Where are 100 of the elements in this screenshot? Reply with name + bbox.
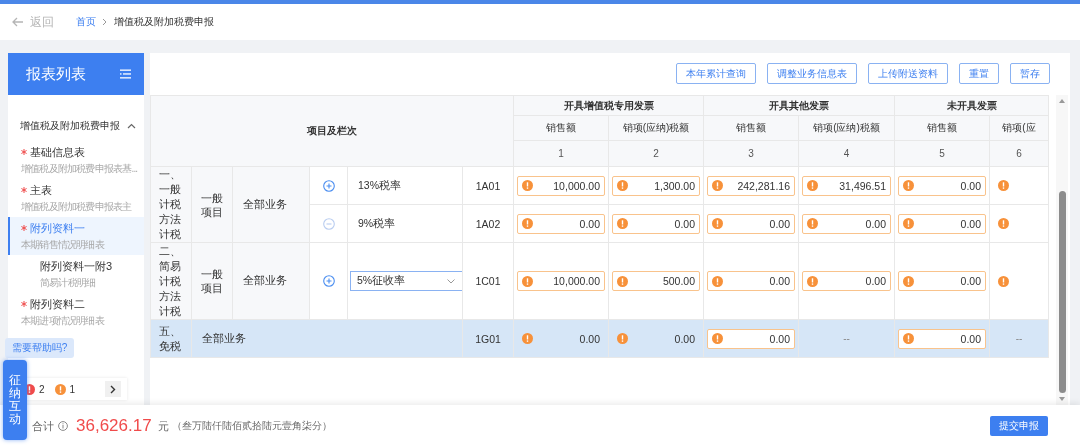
chevron-up-icon[interactable] (127, 123, 136, 129)
add-icon[interactable] (322, 179, 335, 192)
column-header: 销售额 (703, 115, 799, 141)
section-scope: 全部业务 (232, 242, 310, 320)
column-header: 销售额 (894, 115, 990, 141)
column-group-header: 开具增值税专用发票 (513, 95, 704, 116)
item-title: 附列资料二 (30, 296, 85, 312)
breadcrumb-current: 增值税及附加税费申报 (114, 15, 214, 29)
info-icon (58, 421, 68, 431)
amount-text: 0.00 (579, 332, 600, 345)
item-subtitle: 本期进项情况明细表 (21, 313, 106, 328)
scrollbar-thumb[interactable] (1058, 191, 1066, 393)
amount-field[interactable]: 0.00 (898, 271, 986, 291)
remove-icon[interactable] (322, 217, 335, 230)
amount-field[interactable]: 0.00 (898, 328, 986, 349)
section-title: 二、简易计税方法计税 (150, 242, 192, 320)
sidebar-item[interactable]: 附列资料一 本期销售情况明细表 (8, 217, 144, 255)
warning-icon (998, 275, 1009, 287)
column-number: 1 (513, 140, 609, 167)
amount-field[interactable]: 10,000.00 (517, 175, 605, 196)
toolbar-button[interactable]: 调整业务信息表 (767, 63, 857, 84)
amount-field[interactable]: 10,000.00 (517, 271, 605, 291)
sidebar-item[interactable]: 基础信息表 增值税及附加税费申报表基... (8, 141, 144, 179)
total-label: 合计 (32, 418, 54, 434)
warning-icon (712, 333, 723, 344)
chevron-right-icon (102, 18, 108, 26)
column-number: 3 (703, 140, 799, 167)
toolbar-button[interactable]: 上传附送资料 (868, 63, 948, 84)
currency-unit: 元 (157, 418, 169, 434)
warning-icon (522, 180, 533, 191)
sidebar-item[interactable]: 附列资料一附3 简易计税明细 (8, 255, 144, 293)
column-number: 2 (608, 140, 704, 167)
warning-icon (522, 218, 533, 229)
amount-field[interactable]: 0.00 (898, 175, 986, 196)
warning-icon (807, 218, 818, 229)
warning-icon (903, 180, 914, 191)
section-scope: 全部业务 (191, 319, 463, 358)
cell-text: -- (843, 333, 850, 344)
sidebar-title: 报表列表 (26, 64, 86, 84)
toolbar-button[interactable]: 暂存 (1010, 63, 1050, 84)
column-group-header: 开具其他发票 (703, 95, 895, 116)
amount-field[interactable]: 0.00 (802, 213, 891, 234)
cell-text: -- (1015, 333, 1023, 344)
toolbar-button[interactable]: 本年累计查询 (676, 63, 756, 84)
amount-field[interactable]: 1,300.00 (612, 175, 700, 196)
warning-icon (998, 218, 1009, 229)
line-code: 1G01 (462, 319, 514, 358)
submit-button[interactable]: 提交申报 (990, 416, 1048, 436)
rate-dropdown[interactable]: 5%征收率 (350, 271, 464, 291)
column-header: 销项(应纳)税额 (608, 115, 704, 141)
warning-icon (522, 275, 533, 287)
warning-icon (617, 333, 628, 344)
warning-icon (807, 275, 818, 287)
line-code: 1C01 (462, 242, 514, 320)
column-group-header: 未开具发票 (894, 95, 1049, 116)
rate-label: 13%税率 (358, 178, 401, 191)
warning-icon (903, 333, 914, 344)
amount-field[interactable]: 31,496.51 (802, 175, 891, 196)
column-header: 销售额 (513, 115, 609, 141)
item-subtitle: 本期销售情况明细表 (21, 237, 106, 252)
warning-icon (903, 275, 914, 287)
amount-field[interactable]: 0.00 (517, 213, 605, 234)
item-title: 基础信息表 (30, 144, 85, 160)
column-number: 4 (798, 140, 895, 167)
toolbar-button[interactable]: 重置 (959, 63, 999, 84)
scroll-down-icon[interactable] (1059, 397, 1065, 401)
amount-field[interactable]: 0.00 (707, 328, 795, 349)
amount-field[interactable]: 0.00 (707, 271, 795, 291)
chevron-down-icon (447, 278, 455, 284)
add-icon[interactable] (322, 275, 335, 287)
amount-field[interactable]: 500.00 (612, 271, 700, 291)
scroll-up-icon[interactable] (1059, 99, 1065, 103)
sidebar-item[interactable]: 附列资料二 本期进项情况明细表 (8, 293, 144, 331)
amount-field[interactable]: 0.00 (802, 271, 891, 291)
amount-field[interactable]: 0.00 (612, 213, 700, 234)
chat-button[interactable]: 征纳互动 (3, 360, 27, 440)
item-title: 主表 (30, 182, 52, 198)
warning-icon (712, 275, 723, 287)
line-code: 1A01 (462, 166, 514, 205)
item-subtitle: 增值税及附加税费申报表主 (21, 199, 133, 214)
issue-count: 2 (39, 383, 45, 395)
section-title: 一、一般计税方法计税 (150, 166, 192, 243)
section-scope: 全部业务 (232, 166, 310, 243)
menu-icon[interactable] (120, 69, 131, 79)
amount-field[interactable]: 242,281.16 (707, 175, 795, 196)
scrollbar[interactable] (1056, 95, 1068, 405)
column-header: 项目及栏次 (150, 95, 514, 167)
item-title: 附列资料一 (30, 220, 85, 236)
warning-icon (712, 180, 723, 191)
total-amount: 36,626.17 (76, 416, 152, 436)
breadcrumb-link[interactable]: 首页 (76, 15, 96, 29)
amount-field[interactable]: 0.00 (707, 213, 795, 234)
next-button[interactable] (105, 381, 121, 397)
sidebar-item[interactable]: 主表 增值税及附加税费申报表主 (8, 179, 144, 217)
group-label: 增值税及附加税费申报 (20, 119, 120, 133)
warning-icon (807, 180, 818, 191)
amount-field[interactable]: 0.00 (898, 213, 986, 234)
rate-label: 9%税率 (358, 216, 396, 229)
warning-icon (522, 333, 533, 344)
sidebar-group[interactable]: 增值税及附加税费申报 (8, 95, 144, 141)
